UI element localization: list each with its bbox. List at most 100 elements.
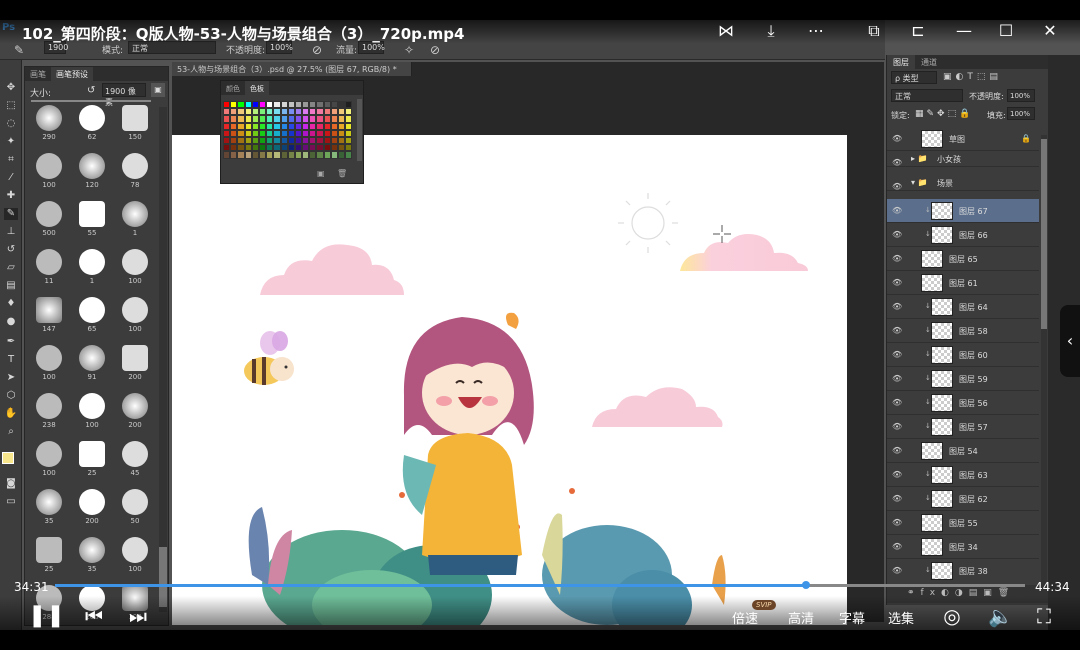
swatch-cell[interactable]: [251, 101, 259, 109]
swatch-cell[interactable]: [251, 151, 259, 159]
folder-open-icon[interactable]: ▾ 📁: [911, 178, 928, 187]
brush-preset-item[interactable]: 50: [113, 489, 157, 525]
brush-preset-item[interactable]: 238: [27, 393, 71, 429]
swatch-cell[interactable]: [251, 108, 259, 116]
visibility-eye-icon[interactable]: 👁: [892, 278, 902, 287]
swatch-cell[interactable]: [266, 115, 274, 123]
swatch-cell[interactable]: [280, 108, 288, 116]
brush-preset-item[interactable]: 55: [70, 201, 114, 237]
swatch-cell[interactable]: [273, 115, 281, 123]
swatch-cell[interactable]: [237, 122, 245, 130]
swatch-cell[interactable]: [330, 151, 338, 159]
swatch-cell[interactable]: [294, 136, 303, 145]
tab-brush[interactable]: 画笔: [25, 67, 51, 82]
crop-tool-icon[interactable]: ⌗: [4, 154, 18, 166]
swatch-cell[interactable]: [287, 108, 295, 116]
swatch-cell[interactable]: [338, 108, 346, 116]
swatch-cell[interactable]: [258, 108, 267, 116]
quick-mask-icon[interactable]: ◙: [4, 478, 18, 490]
brush-preset-item[interactable]: 100: [27, 153, 71, 189]
swatch-cell[interactable]: [294, 122, 303, 130]
brush-preset-item[interactable]: 100: [113, 537, 157, 573]
swatch-cell[interactable]: [244, 115, 252, 123]
download-icon[interactable]: ⤓: [761, 21, 781, 41]
eraser-tool-icon[interactable]: ▱: [4, 262, 18, 274]
swatch-cell[interactable]: [309, 151, 317, 159]
swatch-cell[interactable]: [302, 108, 310, 116]
swatch-cell[interactable]: [330, 122, 338, 130]
swatch-cell[interactable]: [280, 115, 288, 123]
swatch-cell[interactable]: [309, 136, 317, 145]
pressure-size-icon[interactable]: ⊘: [430, 43, 440, 57]
new-swatch-icon[interactable]: ▣: [317, 169, 325, 178]
swatch-cell[interactable]: [280, 151, 288, 159]
eyedropper-icon[interactable]: ⁄: [4, 172, 18, 184]
swatch-cell[interactable]: [323, 129, 331, 137]
brush-preset-item[interactable]: 100: [27, 441, 71, 477]
swatch-cell[interactable]: [287, 129, 295, 137]
mini-mode-icon[interactable]: ⊏: [908, 21, 928, 41]
swatch-cell[interactable]: [316, 129, 324, 137]
brush-preset-item[interactable]: 11: [27, 249, 71, 285]
layer-filter-icons[interactable]: ▣◐T⬚▤: [943, 72, 1002, 82]
swatch-cell[interactable]: [302, 115, 310, 123]
swatch-cell[interactable]: [273, 101, 281, 109]
brush-preset-item[interactable]: 100: [113, 249, 157, 285]
brush-tool-icon[interactable]: ✎: [4, 208, 18, 220]
visibility-eye-icon[interactable]: 👁: [892, 206, 902, 215]
brush-preset-item[interactable]: 100: [70, 393, 114, 429]
volume-icon[interactable]: 🔈: [988, 604, 1013, 628]
swatch-cell[interactable]: [294, 144, 303, 152]
swatch-cell[interactable]: [323, 136, 331, 145]
swatch-cell[interactable]: [309, 129, 317, 137]
swatch-cell[interactable]: [273, 129, 281, 137]
swatch-cell[interactable]: [251, 144, 259, 152]
lock-icons[interactable]: ▦✎✥⬚🔒: [915, 109, 973, 119]
swatch-cell[interactable]: [338, 129, 346, 137]
swatch-cell[interactable]: [258, 122, 267, 130]
swatch-cell[interactable]: [287, 101, 295, 109]
folder-icon[interactable]: ▸ 📁: [911, 154, 928, 163]
airbrush-icon[interactable]: ✧: [404, 43, 414, 57]
swatch-cell[interactable]: [244, 144, 252, 152]
swatch-cell[interactable]: [273, 151, 281, 159]
swatch-cell[interactable]: [251, 115, 259, 123]
layer-filter-select[interactable]: ρ 类型: [891, 71, 937, 84]
side-panel-toggle[interactable]: ‹: [1060, 305, 1080, 377]
layer-row[interactable]: 👁 ↓ 图层 60: [887, 343, 1039, 367]
swatch-cell[interactable]: [323, 115, 331, 123]
document-tab[interactable]: 53-人物与场景组合（3）.psd @ 27.5% (图层 67, RGB/8)…: [172, 62, 412, 76]
swatch-cell[interactable]: [316, 115, 324, 123]
swatch-cell[interactable]: [302, 101, 310, 109]
swatch-cell[interactable]: [302, 129, 310, 137]
swatch-cell[interactable]: [230, 115, 238, 123]
visibility-eye-icon[interactable]: 👁: [892, 254, 902, 263]
swatch-cell[interactable]: [237, 108, 245, 116]
brush-preset-item[interactable]: 120: [70, 153, 114, 189]
visibility-eye-icon[interactable]: 👁: [892, 182, 902, 191]
brush-preset-item[interactable]: 35: [70, 537, 114, 573]
magic-wand-icon[interactable]: ✦: [4, 136, 18, 148]
swatch-cell[interactable]: [287, 144, 295, 152]
brush-preset-item[interactable]: 150: [113, 105, 157, 141]
pressure-opacity-icon[interactable]: ⊘: [312, 43, 322, 57]
brush-preset-item[interactable]: 1: [70, 249, 114, 285]
brush-preset-item[interactable]: 65: [70, 297, 114, 333]
swatch-cell[interactable]: [338, 136, 346, 145]
tab-channels[interactable]: 通道: [915, 55, 943, 70]
swatch-cell[interactable]: [273, 122, 281, 130]
minimize-icon[interactable]: —: [954, 21, 974, 41]
swatch-cell[interactable]: [237, 151, 245, 159]
reset-icon[interactable]: ↺: [87, 85, 95, 96]
swatch-cell[interactable]: [280, 144, 288, 152]
swatch-cell[interactable]: [258, 151, 267, 159]
swatch-cell[interactable]: [323, 101, 331, 109]
progress-knob[interactable]: [801, 581, 810, 589]
tab-layers[interactable]: 图层: [887, 55, 915, 70]
swatch-grid[interactable]: [223, 101, 353, 159]
swatch-cell[interactable]: [230, 108, 238, 116]
swatch-cell[interactable]: [323, 122, 331, 130]
layer-row[interactable]: 👁 ▾ 📁 场景: [887, 175, 1039, 191]
swatch-cell[interactable]: [280, 136, 288, 145]
swatch-cell[interactable]: [237, 144, 245, 152]
